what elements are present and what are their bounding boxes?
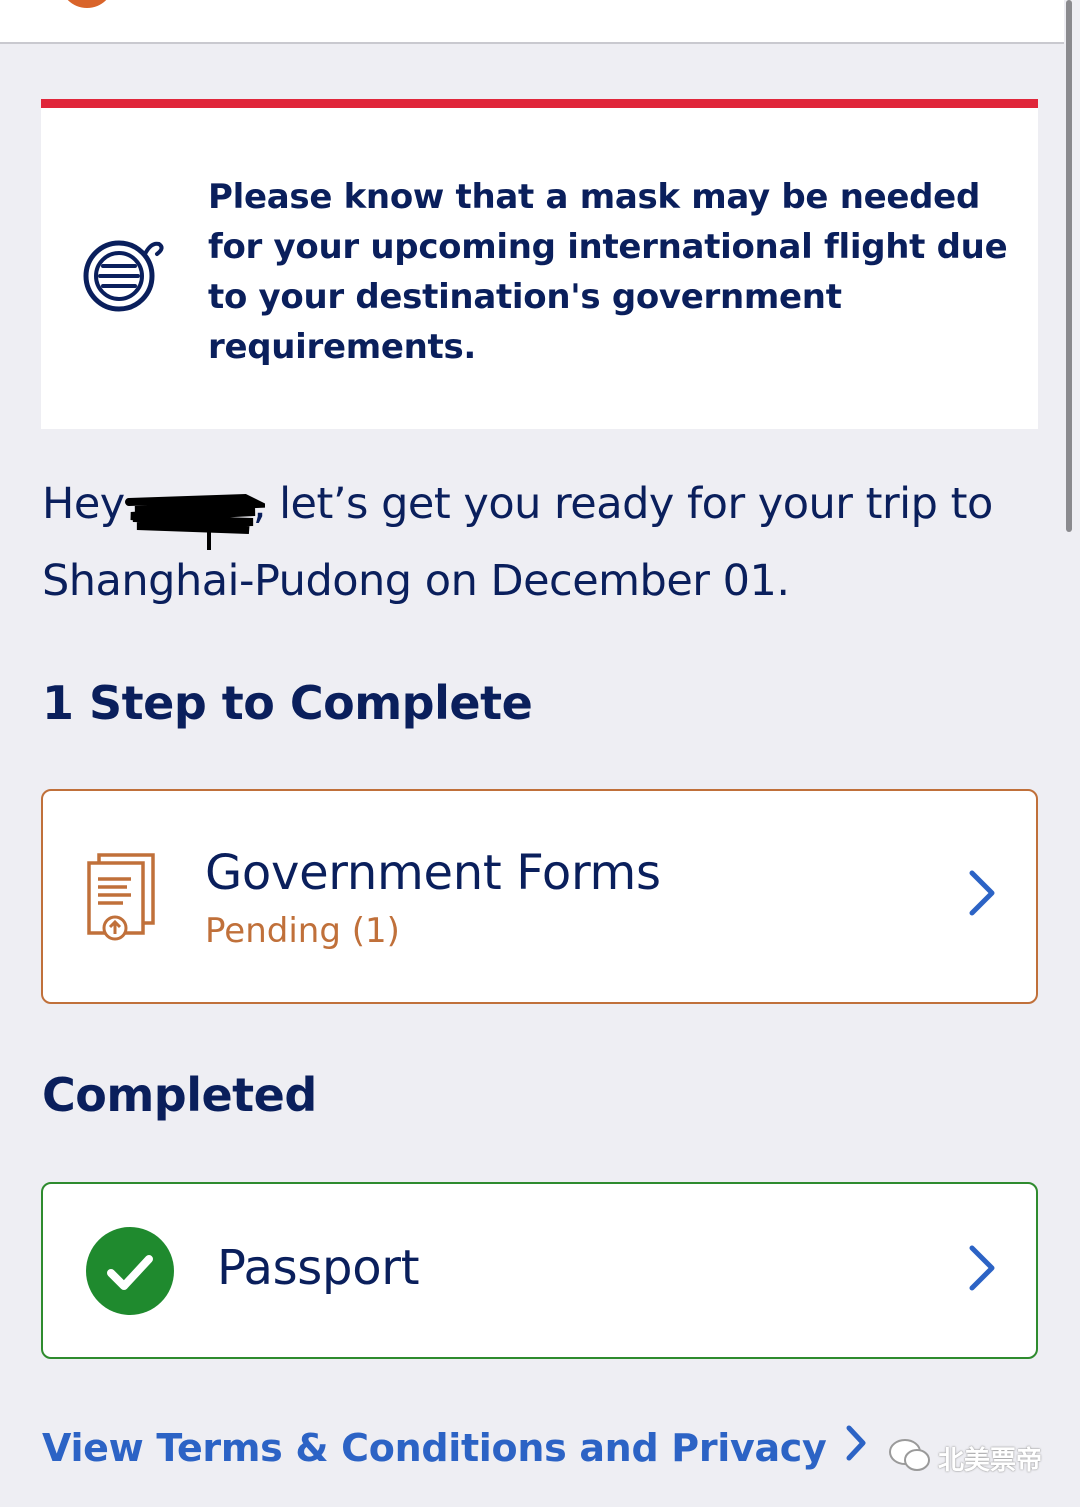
- government-forms-title: Government Forms: [205, 845, 661, 901]
- government-forms-card[interactable]: Government Forms Pending (1): [41, 789, 1038, 1004]
- scrollbar[interactable]: [1066, 0, 1072, 532]
- wechat-icon: [888, 1436, 932, 1481]
- checkmark-circle-icon: [86, 1227, 174, 1319]
- mask-notice-banner: Please know that a mask may be needed fo…: [41, 99, 1038, 429]
- mask-notice-text: Please know that a mask may be needed fo…: [208, 177, 1008, 367]
- chevron-right-icon: [968, 1244, 996, 1296]
- avatar[interactable]: [60, 0, 114, 8]
- top-bar: [0, 0, 1064, 44]
- chevron-right-icon: [968, 869, 996, 921]
- pending-status: Pending (1): [205, 911, 400, 951]
- passport-card[interactable]: Passport: [41, 1182, 1038, 1359]
- chevron-right-icon: [845, 1424, 867, 1471]
- terms-privacy-link[interactable]: View Terms & Conditions and Privacy: [42, 1424, 867, 1471]
- face-mask-icon: [81, 232, 167, 316]
- passport-title: Passport: [217, 1240, 420, 1296]
- trip-greeting: Hey, let’s get you ready for your trip t…: [42, 466, 1032, 620]
- watermark: 北美票帝: [888, 1436, 1042, 1481]
- completed-section-title: Completed: [42, 1068, 317, 1122]
- steps-section-title: 1 Step to Complete: [42, 676, 533, 730]
- redacted-name-scribble: [124, 484, 265, 550]
- greeting-prefix: Hey: [42, 479, 125, 529]
- terms-privacy-label: View Terms & Conditions and Privacy: [42, 1425, 827, 1470]
- document-upload-icon: [85, 851, 157, 947]
- watermark-text: 北美票帝: [938, 1446, 1043, 1476]
